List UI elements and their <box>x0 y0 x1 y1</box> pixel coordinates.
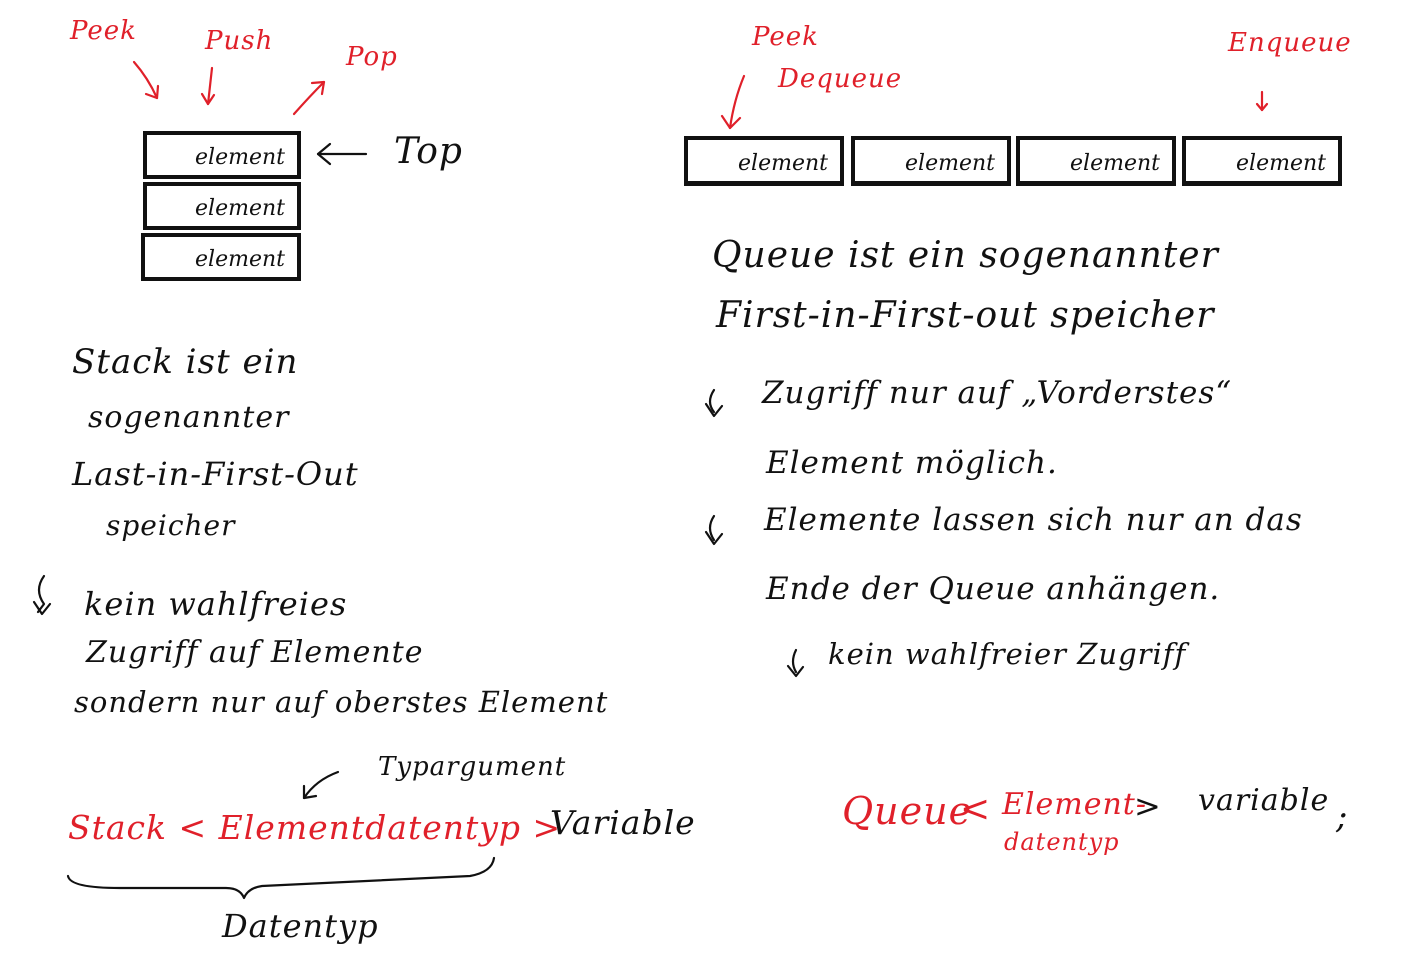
stack-element-box: element <box>143 182 301 230</box>
queue-declaration-type: Queue <box>842 789 973 833</box>
implication-arrow-icon <box>704 388 724 418</box>
queue-element-box: element <box>1016 136 1176 186</box>
queue-declaration-open-bracket: < <box>960 789 992 830</box>
stack-element-label: element <box>195 247 285 272</box>
stack-text-line: Stack ist ein <box>72 342 299 382</box>
stack-note-line: kein wahlfreies <box>84 585 348 623</box>
type-argument-arrow-icon <box>302 770 340 800</box>
queue-enqueue-arrow-icon <box>1255 90 1269 112</box>
queue-element-box: element <box>684 136 844 186</box>
stack-note-line: Zugriff auf Elemente <box>86 635 424 670</box>
queue-note-line: kein wahlfreier Zugriff <box>828 637 1187 671</box>
queue-enqueue-label: Enqueue <box>1228 28 1352 58</box>
stack-peek-arrow-icon <box>132 60 160 100</box>
queue-element-label: element <box>1236 151 1326 176</box>
stack-text-line: sogenannter <box>88 400 290 435</box>
stack-element-box: element <box>143 131 301 179</box>
queue-declaration-element-type-2: datentyp <box>1004 828 1120 856</box>
implication-arrow-icon <box>32 574 52 616</box>
queue-text-line: Queue ist ein sogenannter <box>712 235 1219 276</box>
stack-top-label: Top <box>394 131 463 172</box>
implication-arrow-icon <box>786 648 805 678</box>
stack-declaration-type: Stack < Elementdatentyp > <box>68 808 562 847</box>
queue-note-line: Zugriff nur auf „Vorderstes“ <box>762 375 1233 411</box>
top-pointer-arrow-icon <box>316 142 368 166</box>
queue-declaration-element-type: Element- <box>1002 787 1147 822</box>
queue-note-line: Ende der Queue anhängen. <box>766 571 1221 607</box>
stack-push-label: Push <box>205 26 274 56</box>
queue-element-box: element <box>851 136 1011 186</box>
stack-push-arrow-icon <box>200 66 216 106</box>
queue-text-line: First-in-First-out speicher <box>716 295 1215 336</box>
queue-element-label: element <box>905 151 995 176</box>
queue-note-line: Element möglich. <box>766 445 1058 481</box>
stack-declaration-variable: Variable <box>550 803 696 842</box>
stack-note-line: sondern nur auf oberstes Element <box>74 685 609 719</box>
stack-peek-label: Peek <box>70 16 137 46</box>
type-argument-label: Typargument <box>378 752 567 782</box>
stack-text-line: speicher <box>106 509 236 542</box>
implication-arrow-icon <box>704 514 724 546</box>
stack-pop-label: Pop <box>346 42 398 72</box>
datatype-label: Datentyp <box>222 907 379 945</box>
stack-element-label: element <box>195 196 285 221</box>
stack-text-line: Last-in-First-Out <box>72 455 359 493</box>
queue-dequeue-arrow-icon <box>720 74 746 130</box>
queue-note-line: Elemente lassen sich nur an das <box>764 502 1303 538</box>
queue-declaration-semicolon: ; <box>1336 797 1349 837</box>
stack-element-box: element <box>141 233 301 281</box>
queue-declaration-variable: variable <box>1198 783 1330 818</box>
queue-element-label: element <box>1070 151 1160 176</box>
datatype-brace-icon <box>66 856 496 900</box>
queue-peek-label: Peek <box>752 22 819 52</box>
stack-element-label: element <box>195 145 285 170</box>
queue-element-label: element <box>738 151 828 176</box>
queue-element-box: element <box>1182 136 1342 186</box>
queue-dequeue-label: Dequeue <box>778 64 903 94</box>
stack-pop-arrow-icon <box>292 80 326 116</box>
queue-declaration-close-bracket: > <box>1134 787 1162 825</box>
